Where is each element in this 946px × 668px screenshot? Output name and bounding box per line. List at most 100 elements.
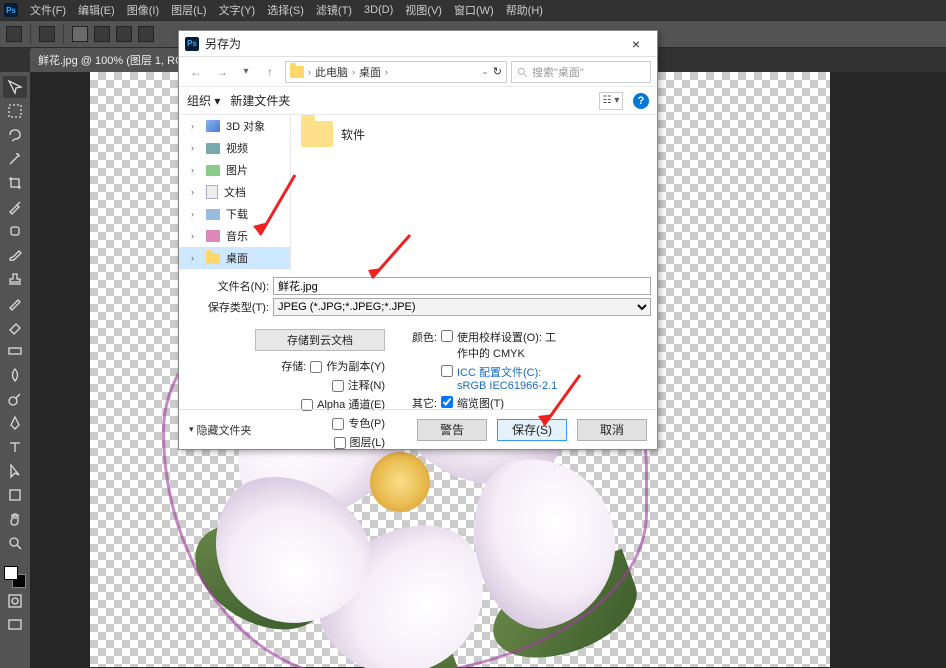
path-dropdown-icon[interactable]: ⌄ — [481, 66, 489, 77]
tool-pen[interactable] — [3, 412, 27, 434]
nav-path[interactable]: › 此电脑 › 桌面 › ⌄ ↻ — [285, 61, 507, 83]
organize-button[interactable]: 组织 ▾ — [187, 92, 220, 109]
tool-blur[interactable] — [3, 364, 27, 386]
help-icon[interactable]: ? — [633, 93, 649, 109]
tree-item-label: 桌面 — [226, 250, 248, 266]
file-view[interactable]: 软件 — [291, 115, 657, 273]
tool-stamp[interactable] — [3, 268, 27, 290]
view-mode-button[interactable]: ☷ ▾ — [599, 92, 623, 110]
nav-search[interactable]: 搜索"桌面" — [511, 61, 651, 83]
menu-type[interactable]: 文字(Y) — [213, 2, 262, 18]
tool-move[interactable] — [3, 76, 27, 98]
tree-item-label: 3D 对象 — [226, 118, 265, 134]
opt-proof[interactable] — [441, 330, 453, 342]
opt-home-icon[interactable] — [6, 26, 22, 42]
tool-gradient[interactable] — [3, 340, 27, 362]
save-button[interactable]: 保存(S) — [497, 419, 567, 441]
menu-help[interactable]: 帮助(H) — [500, 2, 549, 18]
path-current[interactable]: 桌面 — [359, 64, 381, 80]
menu-edit[interactable]: 编辑(E) — [72, 2, 121, 18]
filetype-select[interactable]: JPEG (*.JPG;*.JPEG;*.JPE) — [273, 298, 651, 316]
tool-heal[interactable] — [3, 220, 27, 242]
tool-eraser[interactable] — [3, 316, 27, 338]
menu-3d[interactable]: 3D(D) — [358, 4, 399, 16]
tool-brush[interactable] — [3, 244, 27, 266]
folder-icon — [206, 253, 220, 264]
tree-item-downloads[interactable]: ›下载 — [179, 203, 290, 225]
menu-file[interactable]: 文件(F) — [24, 2, 72, 18]
newfolder-button[interactable]: 新建文件夹 — [230, 92, 290, 109]
hide-folders-toggle[interactable]: ▾隐藏文件夹 — [189, 422, 252, 438]
cancel-button[interactable]: 取消 — [577, 419, 647, 441]
save-to-cloud-button[interactable]: 存储到云文档 — [255, 329, 385, 351]
tree-item-music[interactable]: ›音乐 — [179, 225, 290, 247]
folder-tree[interactable]: ›3D 对象 ›视频 ›图片 ›文档 ›下载 ›音乐 ›桌面 — [179, 115, 291, 273]
tree-item-pictures[interactable]: ›图片 — [179, 159, 290, 181]
dialog-close-button[interactable]: × — [621, 36, 651, 52]
tree-item-label: 音乐 — [226, 228, 248, 244]
menu-view[interactable]: 视图(V) — [399, 2, 448, 18]
opt-as-copy[interactable] — [310, 361, 322, 373]
store-label: 存储: — [264, 358, 306, 374]
nav-refresh-icon[interactable]: ↻ — [493, 65, 502, 78]
tool-wand[interactable] — [3, 148, 27, 170]
document-icon — [206, 185, 218, 199]
menu-image[interactable]: 图像(I) — [121, 2, 165, 18]
opt-label: 使用校样设置(O): 工 — [457, 332, 556, 344]
tool-colors[interactable] — [4, 566, 26, 588]
filename-input[interactable] — [273, 277, 651, 295]
dialog-footer: ▾隐藏文件夹 警告 保存(S) 取消 — [179, 409, 657, 449]
menu-layer[interactable]: 图层(L) — [165, 2, 212, 18]
triangle-down-icon: ▾ — [189, 424, 194, 435]
opt-mode-3[interactable] — [116, 26, 132, 42]
dialog-toolbar: 组织 ▾ 新建文件夹 ☷ ▾ ? — [179, 87, 657, 115]
fg-color-swatch[interactable] — [4, 566, 18, 580]
tool-quickmask[interactable] — [3, 590, 27, 612]
tool-marquee[interactable] — [3, 100, 27, 122]
dialog-titlebar[interactable]: Ps 另存为 × — [179, 31, 657, 57]
picture-icon — [206, 165, 220, 176]
tree-item-label: 文档 — [224, 184, 246, 200]
menu-select[interactable]: 选择(S) — [261, 2, 310, 18]
tree-item-videos[interactable]: ›视频 — [179, 137, 290, 159]
tool-screenmode[interactable] — [3, 614, 27, 636]
ps-menubar: Ps 文件(F) 编辑(E) 图像(I) 图层(L) 文字(Y) 选择(S) 滤… — [0, 0, 946, 20]
menu-filter[interactable]: 滤镜(T) — [310, 2, 358, 18]
opt-mode-1[interactable] — [72, 26, 88, 42]
path-root[interactable]: 此电脑 — [315, 64, 348, 80]
warn-button[interactable]: 警告 — [417, 419, 487, 441]
opt-mode-2[interactable] — [94, 26, 110, 42]
opt-mode-4[interactable] — [138, 26, 154, 42]
tool-path-select[interactable] — [3, 460, 27, 482]
tool-type[interactable] — [3, 436, 27, 458]
opt-thumbnail[interactable] — [441, 396, 453, 408]
tool-hand[interactable] — [3, 508, 27, 530]
opt-tool-preset[interactable] — [39, 26, 55, 42]
dialog-nav: ← → ▾ ↑ › 此电脑 › 桌面 › ⌄ ↻ 搜索"桌面" — [179, 57, 657, 87]
opt-notes[interactable] — [332, 380, 344, 392]
folder-icon — [301, 121, 333, 147]
tool-history-brush[interactable] — [3, 292, 27, 314]
tool-crop[interactable] — [3, 172, 27, 194]
tool-lasso[interactable] — [3, 124, 27, 146]
tree-item-3d[interactable]: ›3D 对象 — [179, 115, 290, 137]
opt-icc[interactable] — [441, 365, 453, 377]
nav-forward-button[interactable]: → — [211, 61, 233, 83]
menu-window[interactable]: 窗口(W) — [448, 2, 500, 18]
file-item-label: 软件 — [341, 126, 365, 143]
chevron-right-icon: › — [308, 67, 311, 77]
nav-back-button[interactable]: ← — [185, 61, 207, 83]
tree-item-documents[interactable]: ›文档 — [179, 181, 290, 203]
nav-recent-button[interactable]: ▾ — [237, 61, 255, 83]
search-placeholder: 搜索"桌面" — [532, 64, 584, 80]
tool-dodge[interactable] — [3, 388, 27, 410]
tool-eyedropper[interactable] — [3, 196, 27, 218]
ps-logo-icon: Ps — [4, 3, 18, 17]
nav-up-button[interactable]: ↑ — [259, 61, 281, 83]
tree-item-desktop[interactable]: ›桌面 — [179, 247, 290, 269]
tree-item-label: 下载 — [226, 206, 248, 222]
ps-toolbar — [0, 72, 30, 668]
file-item-folder[interactable]: 软件 — [301, 121, 365, 147]
tool-shape[interactable] — [3, 484, 27, 506]
tool-zoom[interactable] — [3, 532, 27, 554]
